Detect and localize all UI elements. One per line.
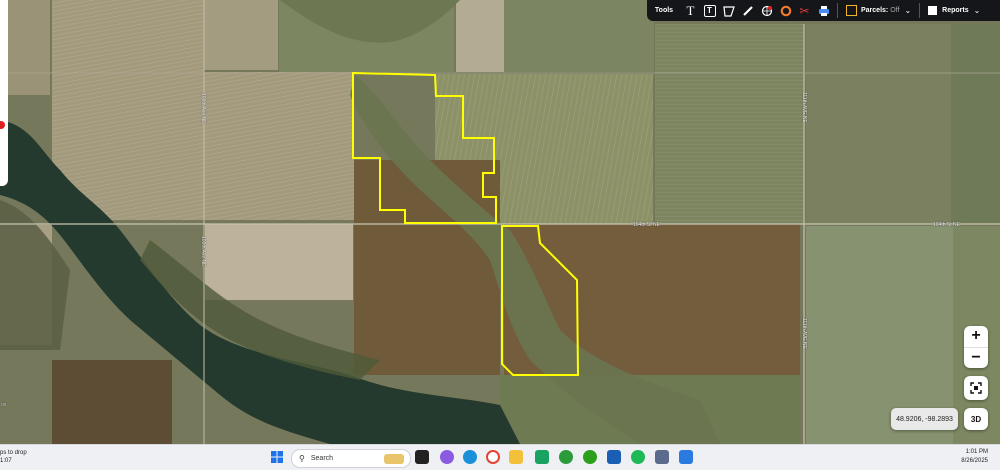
parcels-toggle[interactable]: Parcels: Off ⌄ — [842, 0, 915, 21]
windows-start-icon[interactable] — [270, 450, 284, 464]
map-imagery — [0, 0, 1000, 444]
left-side-panel[interactable] — [0, 0, 8, 186]
toolbar-divider — [837, 3, 838, 18]
globe-pin-icon[interactable] — [757, 0, 776, 21]
search-placeholder: Search — [310, 455, 334, 462]
app-icon-gray[interactable] — [655, 450, 669, 464]
search-highlight-icon — [384, 453, 404, 464]
road-label-111th: 111th AVE NE — [801, 92, 807, 123]
windows-taskbar: ps to drop 1:07 ⚲ Search 1:01 PM 8/26/20… — [0, 444, 1000, 470]
scissors-icon[interactable]: ✂ — [795, 0, 814, 21]
road-label-104th: 104th St NE — [633, 222, 660, 228]
zoom-out-button[interactable]: − — [964, 346, 988, 369]
copilot-icon[interactable] — [440, 450, 454, 464]
edge-icon[interactable] — [463, 450, 477, 464]
taskbar-left-text: ps to drop 1:07 — [0, 449, 27, 465]
fullscreen-button[interactable] — [964, 376, 988, 400]
reports-menu[interactable]: Reports ⌄ — [924, 0, 984, 21]
chevron-down-icon: ⌄ — [973, 6, 981, 15]
taskbar-left-text-1: ps to drop — [0, 450, 27, 456]
parcels-label: Parcels: — [861, 7, 889, 14]
text-icon[interactable]: T — [681, 0, 700, 21]
taskbar-left-text-2: 1:07 — [0, 458, 12, 464]
tools-label: Tools — [654, 7, 674, 14]
toolbar-divider-2 — [919, 3, 921, 18]
reports-label: Reports — [942, 7, 969, 14]
task-view-icon[interactable] — [415, 450, 429, 464]
chrome-icon[interactable] — [486, 450, 500, 464]
system-clock[interactable]: 1:01 PM 8/26/2025 — [961, 448, 988, 466]
clock-time: 1:01 PM — [965, 449, 988, 455]
taskbar-search[interactable]: ⚲ Search — [291, 449, 411, 468]
app-icon-photo[interactable] — [679, 450, 693, 464]
road-label-111th-lower: 111th AVE NE — [801, 318, 807, 349]
coordinates-readout: 48.9206, -98.2893 — [891, 408, 958, 430]
zoom-control: + − — [964, 326, 988, 368]
file-explorer-icon[interactable] — [509, 450, 523, 464]
quickbooks-icon[interactable] — [583, 450, 597, 464]
fullscreen-icon — [970, 382, 982, 394]
parcels-icon — [846, 5, 857, 16]
road-label-100th-lower: 100th Ave NE — [200, 236, 206, 267]
clock-date: 8/26/2025 — [961, 458, 988, 464]
text-box-icon[interactable]: T — [700, 0, 719, 21]
satellite-map[interactable]: 104th St NE 104th St NE 111th AVE NE 111… — [0, 0, 1000, 444]
app-icon-blue[interactable] — [607, 450, 621, 464]
chevron-down-icon: ⌄ — [904, 6, 912, 15]
road-label-100th: 100th Ave NE — [200, 93, 206, 124]
app-icon-green[interactable] — [559, 450, 573, 464]
ruler-icon[interactable] — [738, 0, 757, 21]
left-edge-text: ox — [1, 402, 7, 408]
zoom-in-button[interactable]: + — [964, 326, 988, 347]
parcels-state: Off — [890, 7, 900, 14]
reports-icon — [928, 6, 938, 15]
search-icon: ⚲ — [299, 454, 305, 463]
spotify-icon[interactable] — [631, 450, 645, 464]
3d-view-button[interactable]: 3D — [964, 408, 988, 430]
circle-icon[interactable] — [776, 0, 795, 21]
map-toolbar: Tools T T ✂ Parcels: Off ⌄ Reports ⌄ — [647, 0, 1000, 21]
print-icon[interactable] — [814, 0, 833, 21]
polygon-icon[interactable] — [719, 0, 738, 21]
google-drive-icon[interactable] — [535, 450, 549, 464]
road-label-104th-right: 104th St NE — [933, 222, 960, 228]
